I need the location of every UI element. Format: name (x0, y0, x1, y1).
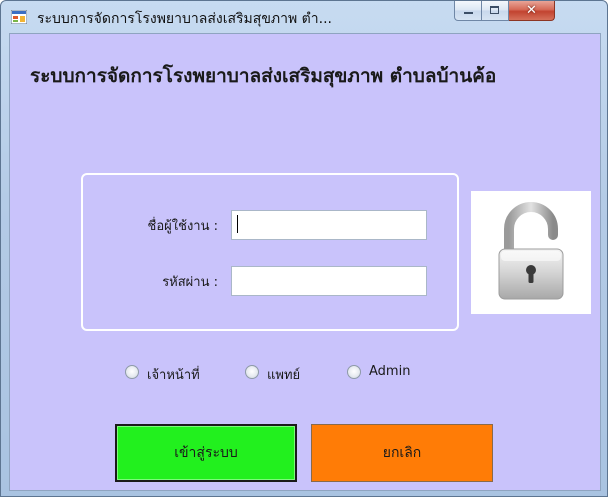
username-field[interactable] (231, 210, 427, 240)
username-label: ชื่อผู้ใช้งาน : (147, 219, 218, 234)
role-radio-officer[interactable] (125, 365, 139, 379)
window-title: ระบบการจัดการโรงพยาบาลส่งเสริมสุขภาพ ตำ.… (37, 11, 332, 27)
lock-image (471, 191, 591, 314)
password-field[interactable] (231, 266, 427, 296)
text-caret (237, 215, 238, 233)
login-button[interactable]: เข้าสู่ระบบ (115, 424, 297, 482)
cancel-button[interactable]: ยกเลิก (311, 424, 493, 482)
minimize-button[interactable] (454, 1, 482, 21)
close-button[interactable]: ✕ (509, 1, 555, 21)
page-title: ระบบการจัดการโรงพยาบาลส่งเสริมสุขภาพ ตำบ… (30, 65, 497, 87)
maximize-icon (490, 6, 499, 14)
minimize-icon (464, 12, 473, 14)
title-bar[interactable]: ระบบการจัดการโรงพยาบาลส่งเสริมสุขภาพ ตำ.… (1, 1, 607, 33)
maximize-button[interactable] (482, 1, 509, 21)
app-icon (11, 10, 27, 24)
role-radio-admin[interactable] (347, 365, 361, 379)
caption-buttons: ✕ (454, 1, 555, 22)
password-label: รหัสผ่าน : (162, 275, 218, 290)
role-label-officer[interactable]: เจ้าหน้าที่ (147, 364, 200, 385)
role-radio-doctor[interactable] (245, 365, 259, 379)
padlock-icon (498, 202, 564, 300)
close-icon: ✕ (526, 3, 537, 18)
login-groupbox (81, 173, 459, 331)
role-label-admin[interactable]: Admin (369, 364, 410, 379)
login-window: ระบบการจัดการโรงพยาบาลส่งเสริมสุขภาพ ตำ.… (0, 0, 608, 497)
role-label-doctor[interactable]: แพทย์ (267, 364, 300, 385)
